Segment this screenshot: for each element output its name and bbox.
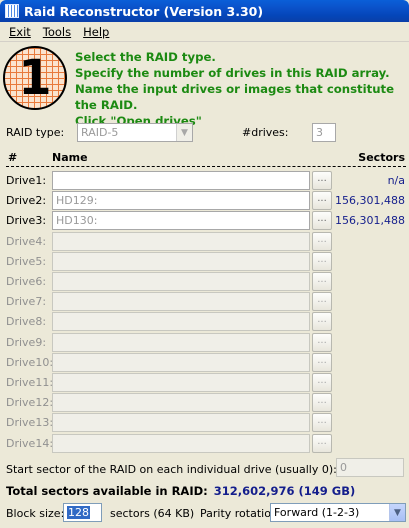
browse-button[interactable]: ... [312,393,332,413]
drive-row: Drive13:... [0,413,409,433]
drive-row: Drive9:... [0,332,409,353]
drive-row: Drive6:... [0,272,409,292]
menu-exit[interactable]: Exit [3,25,37,39]
app-icon [5,4,19,18]
drive-sectors: 156,301,488 [335,214,405,228]
drive-label: Drive6: [6,275,47,288]
drive-label: Drive3: [6,214,47,228]
drives-count-label: #drives: [242,126,289,139]
drive-label: Drive10: [6,355,54,369]
drive-name-input[interactable] [52,373,310,392]
block-size-label: Block size: [6,507,65,520]
drive-row: Drive10:... [0,352,409,373]
total-sectors: Total sectors available in RAID: 312,602,… [6,484,355,498]
browse-button[interactable]: ... [312,191,332,211]
drive-name-input[interactable]: HD130: [52,211,310,231]
drive-name-input[interactable] [52,251,310,271]
instruction-line: Name the input drives or images that con… [75,82,395,112]
drive-row: Drive14:... [0,433,409,454]
browse-button[interactable]: ... [312,312,332,332]
drive-row: Drive3: HD130:... 156,301,488 [0,211,409,231]
drive-row: Drive12:... [0,393,409,413]
browse-button[interactable]: ... [312,292,332,312]
raid-type-select[interactable]: RAID-5 ▼ [77,123,193,142]
chevron-down-icon: ▼ [389,504,405,521]
drive-label: Drive1: [6,174,47,187]
menu-help[interactable]: Help [77,25,115,39]
window-title: Raid Reconstructor (Version 3.30) [24,3,264,19]
drive-name-input[interactable] [52,413,310,433]
drive-name-input[interactable] [52,292,310,312]
total-sectors-label: Total sectors available in RAID: [6,484,208,498]
drive-sectors: 156,301,488 [335,194,405,208]
drive-name-input[interactable] [52,332,310,352]
drive-name-input[interactable]: HD129: [52,191,310,211]
instructions: Select the RAID type. Specify the number… [75,49,407,129]
raid-type-label: RAID type: [6,126,65,139]
drive-label: Drive7: [6,295,47,309]
browse-button[interactable]: ... [312,211,332,231]
column-header-number: # [8,151,18,164]
parity-rotation-select[interactable]: Forward (1-2-3) ▼ [270,503,406,522]
drive-row: Drive11:... [0,373,409,393]
drive-name-input[interactable] [52,393,310,413]
drive-row: Drive8:... [0,312,409,332]
browse-button[interactable]: ... [312,373,332,392]
block-size-input[interactable]: 128 [63,503,102,522]
start-sector-label: Start sector of the RAID on each individ… [6,463,337,476]
parity-rotation-value: Forward (1-2-3) [274,506,360,519]
drive-label: Drive11: [6,376,54,389]
drive-name-input[interactable] [52,352,310,372]
menu-bar: Exit Tools Help [0,22,409,42]
header-divider [6,166,406,167]
drive-label: Drive12: [6,396,54,410]
drive-name-input[interactable] [52,312,310,332]
browse-button[interactable]: ... [312,251,332,271]
drive-row: Drive1:... n/a [0,171,409,191]
menu-tools[interactable]: Tools [37,25,77,39]
drive-sectors: n/a [387,174,405,187]
drive-row: Drive2: HD129:... 156,301,488 [0,191,409,211]
chevron-down-icon: ▼ [176,124,192,141]
step-number-badge: 1 [3,46,67,110]
column-header-name: Name [52,151,88,164]
drive-label: Drive5: [6,254,47,268]
browse-button[interactable]: ... [312,332,332,352]
instruction-line: Specify the number of drives in this RAI… [75,66,390,80]
drive-row: Drive4:... [0,231,409,252]
browse-button[interactable]: ... [312,272,332,291]
drive-label: Drive13: [6,416,54,430]
drive-name-input[interactable] [52,272,310,291]
drive-row: Drive7:... [0,292,409,312]
drive-name-input[interactable] [52,171,310,190]
column-header-sectors: Sectors [358,151,405,164]
drives-count-input[interactable]: 3 [312,123,336,142]
drive-row: Drive5:... [0,251,409,272]
raid-type-value: RAID-5 [81,126,119,139]
browse-button[interactable]: ... [312,231,332,251]
title-bar: Raid Reconstructor (Version 3.30) [0,0,409,22]
block-size-unit: sectors (64 KB) [110,507,195,520]
drive-label: Drive9: [6,335,47,349]
browse-button[interactable]: ... [312,433,332,453]
drive-label: Drive2: [6,194,47,208]
drive-name-input[interactable] [52,433,310,453]
total-sectors-value: 312,602,976 (149 GB) [213,484,356,498]
drive-label: Drive14: [6,436,54,450]
drive-label: Drive8: [6,315,47,329]
browse-button[interactable]: ... [312,171,332,190]
browse-button[interactable]: ... [312,413,332,433]
browse-button[interactable]: ... [312,352,332,372]
start-sector-input[interactable]: 0 [336,458,404,477]
instruction-line: Select the RAID type. [75,50,216,64]
drive-name-input[interactable] [52,231,310,251]
drive-label: Drive4: [6,234,47,248]
